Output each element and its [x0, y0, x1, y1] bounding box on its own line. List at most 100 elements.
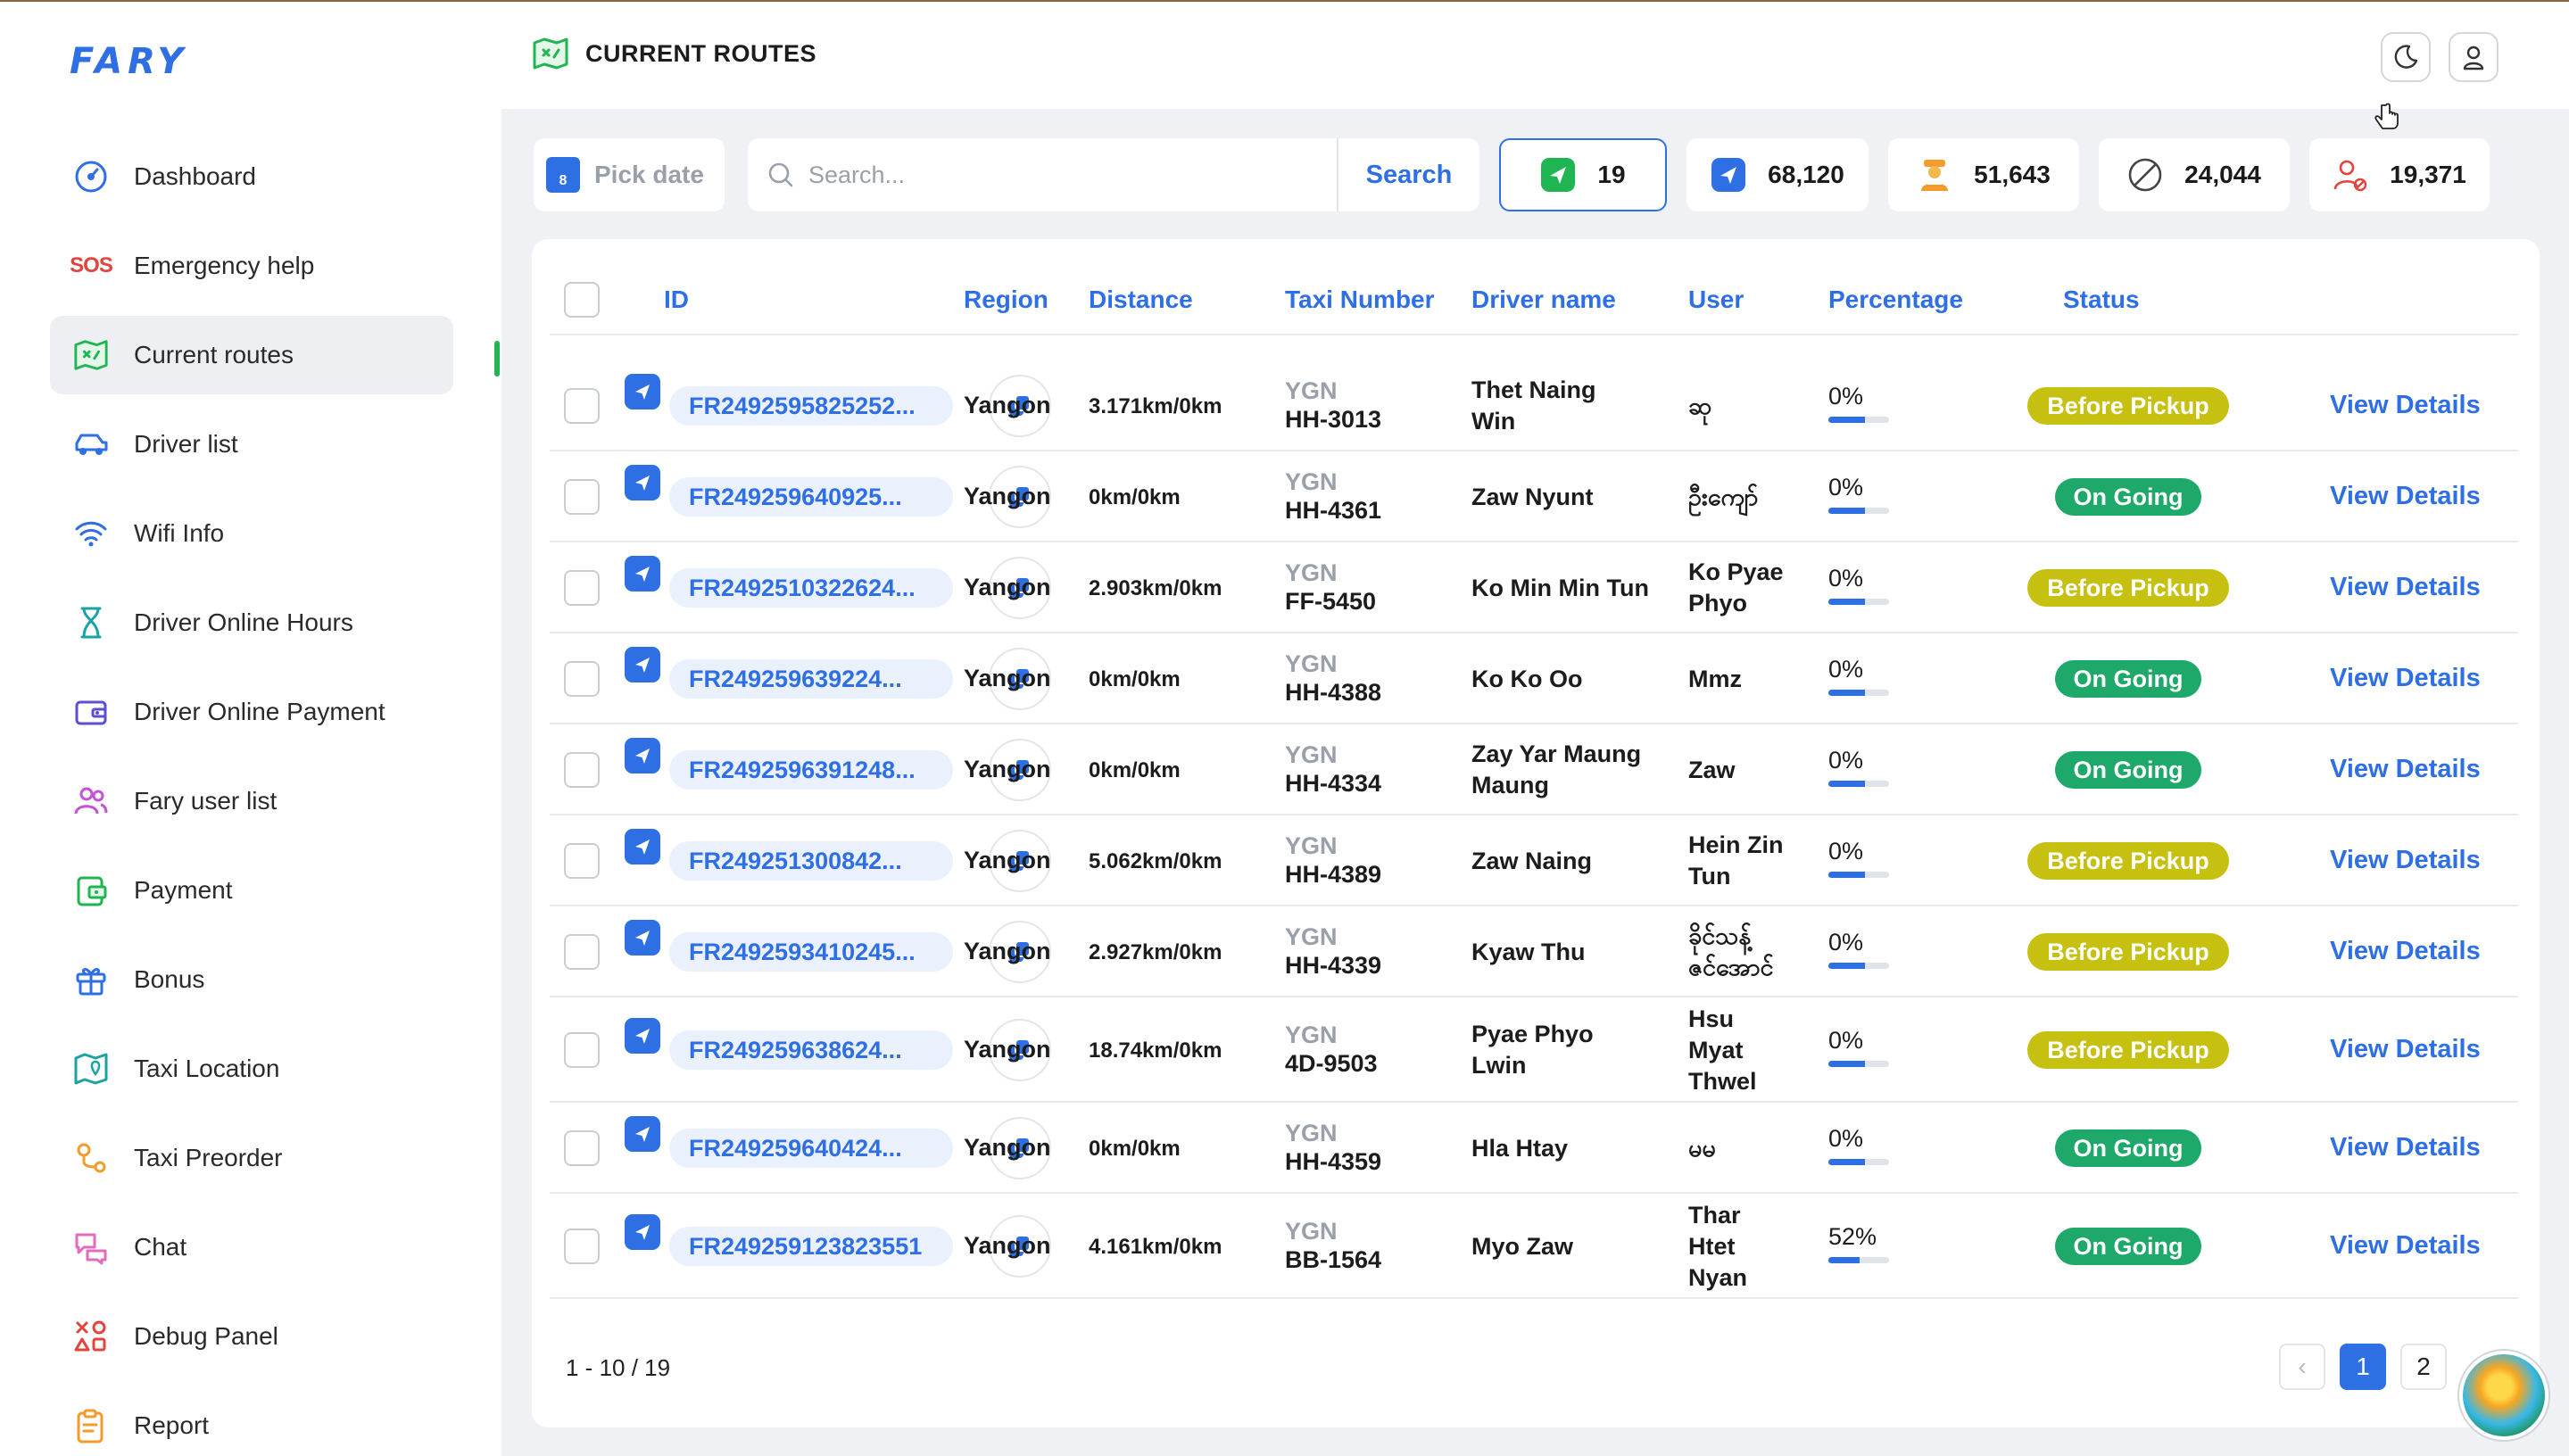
sidebar-item-debug-panel[interactable]: Debug Panel	[50, 1297, 453, 1376]
distance-cell: 5.062km/0km	[1089, 849, 1222, 873]
percentage-value: 0%	[1828, 656, 1864, 682]
search-input[interactable]	[808, 161, 1308, 189]
sidebar-item-dashboard[interactable]: Dashboard	[50, 137, 453, 216]
route-id-link[interactable]: FR249259640424...	[669, 1129, 953, 1168]
route-id-link[interactable]: FR249259638624...	[669, 1030, 953, 1070]
profile-button[interactable]	[2449, 32, 2499, 82]
table-row[interactable]: FR2492510322624... Yangon 2.903km/0km YGN FF…	[550, 542, 2518, 633]
page-2-button[interactable]: 2	[2400, 1344, 2447, 1390]
route-id-link[interactable]: FR249259639224...	[669, 659, 953, 699]
page-1-button[interactable]: 1	[2340, 1344, 2386, 1390]
view-details-link[interactable]: View Details	[2330, 755, 2481, 784]
search-button[interactable]: Search	[1337, 138, 1479, 211]
row-checkbox[interactable]	[564, 752, 600, 788]
stat-total-trips[interactable]: 68,120	[1686, 138, 1869, 211]
table-row[interactable]: FR249259123823551 Yangon 4.161km/0km YGN BB-…	[550, 1194, 2518, 1299]
route-id-link[interactable]: FR2492510322624...	[669, 568, 953, 608]
select-all-checkbox[interactable]	[564, 282, 600, 318]
sidebar-item-emergency-help[interactable]: SOS Emergency help	[50, 227, 453, 305]
row-checkbox[interactable]	[564, 479, 600, 515]
col-id[interactable]: ID	[664, 285, 689, 314]
table-row[interactable]: FR249259640925... Yangon 0km/0km YGN HH-4361…	[550, 451, 2518, 542]
col-distance[interactable]: Distance	[1089, 285, 1193, 314]
view-details-link[interactable]: View Details	[2330, 391, 2481, 420]
col-user[interactable]: User	[1688, 285, 1744, 314]
col-taxi-number[interactable]: Taxi Number	[1285, 285, 1435, 314]
sidebar-item-current-routes[interactable]: Current routes	[50, 316, 453, 394]
sidebar-item-driver-online-hours[interactable]: Driver Online Hours	[50, 583, 453, 662]
user-cell: ဆု	[1688, 391, 1711, 422]
stat-active-routes[interactable]: 19	[1499, 138, 1667, 211]
route-id-link[interactable]: FR2492593410245...	[669, 932, 953, 972]
sidebar-item-taxi-preorder[interactable]: Taxi Preorder	[50, 1119, 453, 1197]
prev-page-button[interactable]: ‹	[2279, 1344, 2325, 1390]
taxi-plate: 4D-9503	[1285, 1050, 1378, 1077]
driver-name-cell: Pyae Phyo Lwin	[1471, 1019, 1594, 1081]
sidebar-item-label: Fary user list	[134, 787, 278, 815]
row-checkbox[interactable]	[564, 843, 600, 879]
route-id-link[interactable]: FR249259123823551	[669, 1227, 953, 1266]
table-row[interactable]: FR249259639224... Yangon 0km/0km YGN HH-4388…	[550, 633, 2518, 724]
view-details-link[interactable]: View Details	[2330, 664, 2481, 693]
view-details-link[interactable]: View Details	[2330, 937, 2481, 966]
region-cell: Yangon	[964, 938, 1051, 964]
view-details-link[interactable]: View Details	[2330, 573, 2481, 602]
table-row[interactable]: FR2492596391248... Yangon 0km/0km YGN HH-433…	[550, 724, 2518, 815]
view-details-link[interactable]: View Details	[2330, 482, 2481, 511]
stat-drivers[interactable]: 51,643	[1888, 138, 2079, 211]
user-name-line: Thwel	[1688, 1067, 1757, 1095]
sidebar-item-wifi-info[interactable]: Wifi Info	[50, 494, 453, 573]
dark-mode-toggle[interactable]	[2381, 32, 2431, 82]
row-checkbox[interactable]	[564, 1228, 600, 1264]
date-picker[interactable]: 8 Pick date	[534, 138, 725, 211]
chat-icon	[73, 1229, 109, 1265]
sidebar-item-taxi-location[interactable]: Taxi Location	[50, 1030, 453, 1108]
view-details-link[interactable]: View Details	[2330, 1035, 2481, 1064]
sidebar-item-bonus[interactable]: Bonus	[50, 940, 453, 1019]
col-status[interactable]: Status	[2063, 285, 2140, 314]
floating-assistant-avatar[interactable]	[2459, 1351, 2548, 1440]
sidebar-item-driver-online-payment[interactable]: Driver Online Payment	[50, 673, 453, 751]
sidebar-item-report[interactable]: Report	[50, 1386, 453, 1456]
sidebar-item-chat[interactable]: Chat	[50, 1208, 453, 1286]
user-name-line: ဇင်အောင်	[1688, 954, 1774, 980]
user-cell: ခိုင်သန့် ဇင်အောင်	[1688, 921, 1774, 983]
row-checkbox[interactable]	[564, 1130, 600, 1166]
row-checkbox[interactable]	[564, 1032, 600, 1068]
taxi-type-icon	[625, 374, 660, 410]
stat-user-cancelled[interactable]: 19,371	[2309, 138, 2490, 211]
sidebar-item-label: Driver list	[134, 430, 238, 458]
sidebar-item-driver-list[interactable]: Driver list	[50, 405, 453, 484]
row-checkbox[interactable]	[564, 661, 600, 697]
table-row[interactable]: FR249259638624... Yangon 18.74km/0km YGN 4D-…	[550, 997, 2518, 1103]
row-checkbox[interactable]	[564, 570, 600, 606]
row-checkbox[interactable]	[564, 388, 600, 424]
sos-icon: SOS	[70, 253, 113, 277]
table-row[interactable]: FR2492595825252... Yangon 3.171km/0km YGN HH…	[550, 360, 2518, 451]
taxi-plate: FF-5450	[1285, 588, 1377, 615]
route-id-link[interactable]: FR249251300842...	[669, 841, 953, 881]
percentage-value: 0%	[1828, 383, 1864, 410]
taxi-type-icon	[625, 1214, 660, 1250]
region-cell: Yangon	[964, 1134, 1051, 1161]
route-id-link[interactable]: FR249259640925...	[669, 477, 953, 517]
view-details-link[interactable]: View Details	[2330, 1231, 2481, 1261]
view-details-link[interactable]: View Details	[2330, 1133, 2481, 1162]
table-row[interactable]: FR249259640424... Yangon 0km/0km YGN HH-4359…	[550, 1103, 2518, 1194]
sidebar-item-payment[interactable]: Payment	[50, 851, 453, 930]
stat-cancelled[interactable]: 24,044	[2099, 138, 2290, 211]
col-percentage[interactable]: Percentage	[1828, 285, 1963, 314]
view-details-link[interactable]: View Details	[2330, 846, 2481, 875]
taxi-number-cell: YGN BB-1564	[1285, 1217, 1381, 1274]
driver-name-cell: Kyaw Thu	[1471, 937, 1586, 968]
table-row[interactable]: FR249251300842... Yangon 5.062km/0km YGN HH-…	[550, 815, 2518, 906]
col-region[interactable]: Region	[964, 285, 1048, 314]
col-driver-name[interactable]: Driver name	[1471, 285, 1616, 314]
route-id-link[interactable]: FR2492595825252...	[669, 386, 953, 426]
date-picker-label: Pick date	[594, 161, 704, 188]
row-checkbox[interactable]	[564, 934, 600, 970]
route-id-link[interactable]: FR2492596391248...	[669, 750, 953, 790]
app-logo[interactable]: FARY	[70, 41, 188, 82]
sidebar-item-fary-user-list[interactable]: Fary user list	[50, 762, 453, 840]
table-row[interactable]: FR2492593410245... Yangon 2.927km/0km YGN HH…	[550, 906, 2518, 997]
